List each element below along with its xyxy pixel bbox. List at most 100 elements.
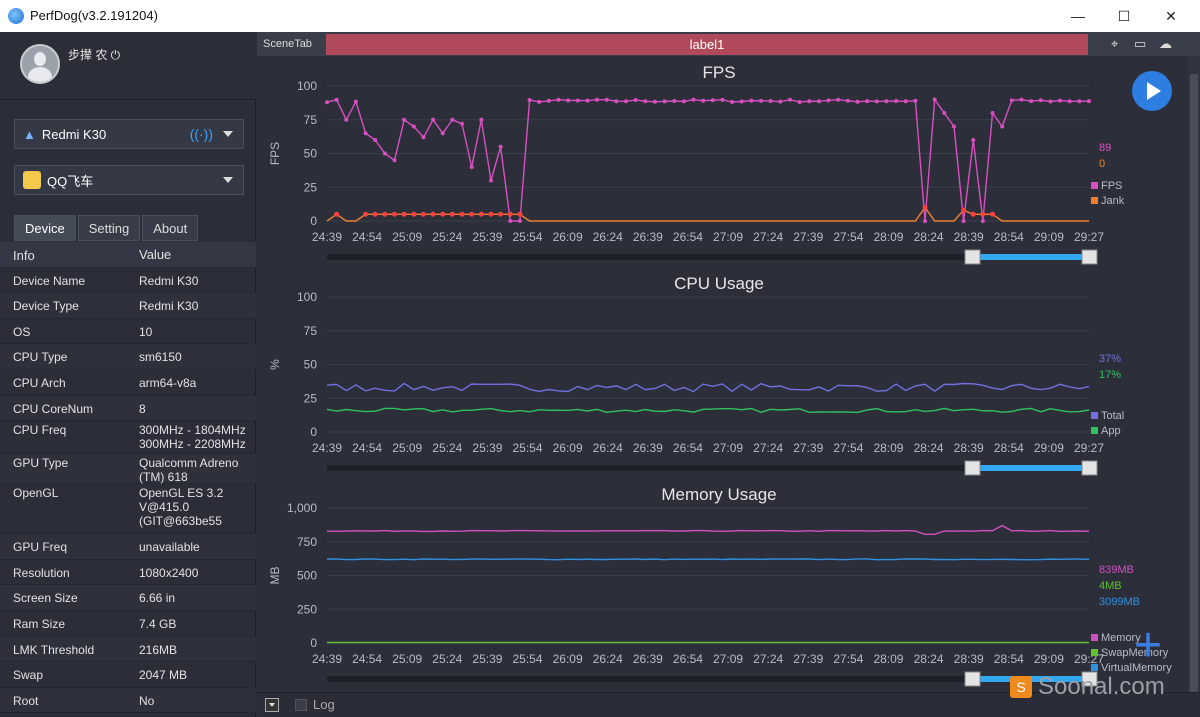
data-point — [845, 98, 850, 103]
chart-title: CPU Usage — [674, 274, 764, 293]
cloud-icon[interactable]: ☁ — [1159, 36, 1172, 52]
y-tick-label: 0 — [310, 214, 317, 228]
info-value: 7.4 GB — [139, 616, 177, 631]
data-point — [488, 178, 493, 183]
x-tick-label: 28:24 — [914, 441, 944, 455]
range-handle-left[interactable] — [964, 671, 981, 687]
data-point — [373, 138, 378, 142]
data-point — [913, 98, 918, 103]
scrollbar-thumb[interactable] — [1190, 74, 1198, 704]
range-handle-left[interactable] — [964, 460, 981, 476]
vertical-scrollbar[interactable] — [1188, 56, 1200, 711]
table-row: Device Name Redmi K30 — [0, 268, 256, 294]
data-point — [420, 211, 426, 217]
data-point — [401, 211, 407, 217]
data-point — [990, 111, 995, 115]
tab-setting[interactable]: Setting — [77, 215, 141, 241]
table-row: LMK Threshold 216MB — [0, 636, 256, 663]
x-tick-label: 27:39 — [793, 441, 823, 455]
x-tick-label: 26:54 — [673, 230, 703, 244]
watermark-logo: S — [1010, 676, 1032, 698]
collapse-button[interactable] — [265, 698, 279, 712]
table-row: GPU Type Qualcomm Adreno (TM) 618 — [0, 454, 256, 485]
user-name[interactable]: 步撵 农 ⏻ — [68, 46, 120, 63]
data-point — [382, 211, 388, 217]
table-row: Resolution 1080x2400 — [0, 560, 256, 586]
info-value: 1080x2400 — [139, 565, 199, 580]
table-row: GPU Freq unavailable — [0, 534, 256, 560]
tab-about[interactable]: About — [142, 215, 199, 241]
info-value: 2047 MB — [139, 668, 188, 683]
data-point — [932, 97, 937, 102]
maximize-button[interactable]: ☐ — [1101, 0, 1147, 32]
info-key: OpenGL — [13, 486, 59, 501]
x-tick-label: 25:54 — [513, 652, 543, 666]
scene-label-tab[interactable]: label1 — [326, 34, 1088, 55]
close-button[interactable]: ✕ — [1148, 0, 1194, 32]
wifi-icon: ((·)) — [189, 126, 213, 142]
data-point — [566, 98, 571, 103]
data-point — [816, 99, 821, 104]
data-point — [970, 211, 976, 217]
data-point — [431, 117, 436, 122]
info-value: Redmi K30 — [139, 273, 199, 288]
tab-device[interactable]: Device — [14, 215, 76, 241]
chart-title: FPS — [702, 63, 735, 82]
x-tick-label: 26:54 — [673, 652, 703, 666]
range-handle-left[interactable] — [964, 249, 981, 265]
x-tick-label: 29:09 — [1034, 441, 1064, 455]
current-value-label: 3099MB — [1099, 596, 1140, 608]
android-icon: ▲ — [23, 126, 36, 142]
data-point — [923, 219, 928, 223]
folder-icon[interactable]: ▭ — [1134, 36, 1146, 52]
y-tick-label: 100 — [297, 290, 317, 304]
avatar-icon[interactable] — [20, 44, 60, 84]
data-point — [710, 98, 715, 103]
x-tick-label: 28:09 — [873, 441, 903, 455]
x-tick-label: 28:54 — [994, 652, 1024, 666]
x-tick-label: 26:09 — [553, 441, 583, 455]
minimize-button[interactable]: — — [1055, 0, 1101, 32]
log-checkbox[interactable] — [295, 699, 307, 711]
data-point — [874, 99, 879, 104]
perfdog-app-icon — [8, 8, 24, 24]
data-point — [961, 207, 967, 213]
data-point — [855, 99, 860, 104]
data-point — [1038, 98, 1043, 103]
data-point — [990, 211, 996, 217]
data-point — [836, 97, 841, 102]
data-point — [1058, 98, 1063, 103]
location-icon[interactable]: ⌖ — [1111, 36, 1118, 52]
data-point — [1019, 97, 1024, 102]
data-point — [807, 99, 812, 104]
data-point — [537, 99, 542, 104]
range-handle-right[interactable] — [1081, 249, 1098, 265]
x-tick-label: 27:54 — [833, 441, 863, 455]
table-row: Root No — [0, 687, 256, 714]
x-tick-label: 25:54 — [513, 441, 543, 455]
series-line-app — [326, 407, 1090, 414]
device-select[interactable]: ▲ Redmi K30 ((·)) — [14, 119, 244, 149]
range-handle-right[interactable] — [1081, 460, 1098, 476]
play-button[interactable] — [1132, 71, 1172, 111]
info-value: 8 — [139, 401, 146, 416]
data-point — [363, 211, 369, 217]
data-point — [469, 165, 474, 169]
data-point — [961, 219, 966, 223]
info-value: sm6150 — [139, 350, 182, 365]
x-tick-label: 24:39 — [312, 441, 342, 455]
add-chart-button[interactable]: + — [1134, 622, 1162, 670]
data-point — [449, 211, 455, 217]
data-point — [720, 97, 725, 102]
info-key: Ram Size — [13, 616, 66, 631]
data-point — [624, 99, 629, 104]
x-tick-label: 27:24 — [753, 652, 783, 666]
info-key: Root — [13, 693, 39, 708]
x-tick-label: 26:39 — [633, 230, 663, 244]
y-tick-label: 50 — [304, 358, 318, 372]
app-select[interactable]: QQ飞车 — [14, 165, 244, 195]
data-point — [508, 219, 513, 223]
current-value-label: 839MB — [1099, 564, 1134, 576]
data-point — [488, 211, 494, 217]
data-point — [392, 158, 397, 163]
